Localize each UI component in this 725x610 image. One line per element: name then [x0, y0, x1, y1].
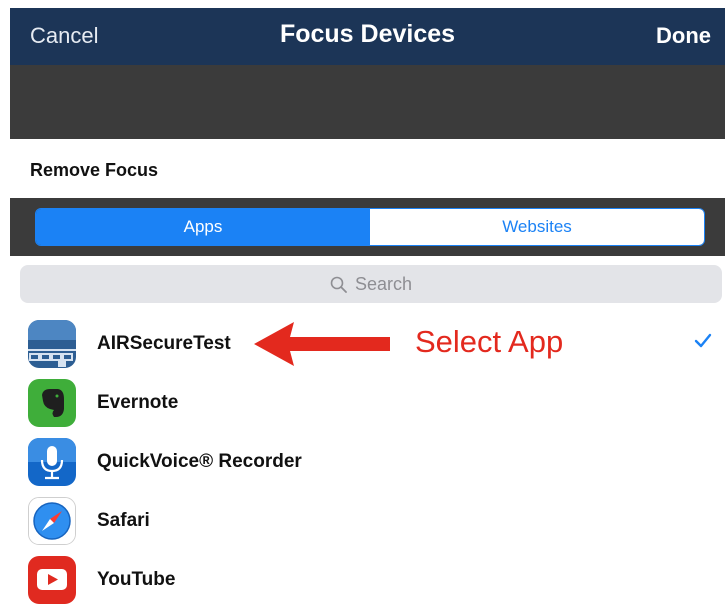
safari-app-icon: [28, 497, 76, 545]
quickvoice-app-icon: [28, 438, 76, 486]
airsecuretest-app-icon: [28, 320, 76, 368]
header-band: [10, 65, 725, 139]
apps-segment[interactable]: Apps: [36, 209, 370, 245]
app-row-safari[interactable]: Safari: [0, 492, 725, 551]
app-label-youtube: YouTube: [97, 569, 176, 590]
annotation-text: Select App: [415, 324, 564, 359]
left-arrow-icon: [254, 322, 390, 366]
search-placeholder: Search: [354, 273, 413, 294]
app-row-evernote[interactable]: Evernote: [0, 374, 725, 433]
app-label-quickvoice: QuickVoice® Recorder: [97, 451, 302, 472]
segment-band: Apps Websites: [10, 198, 725, 256]
apps-websites-segmented-control: Apps Websites: [35, 208, 705, 246]
search-field[interactable]: Search: [20, 265, 722, 303]
remove-focus-label: Remove Focus: [30, 160, 159, 180]
app-label-airsecuretest: AIRSecureTest: [97, 333, 231, 354]
search-icon: [330, 276, 347, 293]
done-button[interactable]: Done: [656, 23, 711, 49]
checkmark-icon: [694, 333, 712, 348]
page-title: Focus Devices: [279, 20, 456, 48]
evernote-app-icon: [28, 379, 76, 427]
app-label-safari: Safari: [97, 510, 150, 531]
app-label-evernote: Evernote: [97, 392, 179, 413]
youtube-app-icon: [28, 556, 76, 604]
websites-segment[interactable]: Websites: [370, 209, 704, 245]
app-row-quickvoice[interactable]: QuickVoice® Recorder: [0, 433, 725, 492]
app-row-youtube[interactable]: YouTube: [0, 551, 725, 610]
navigation-bar: Cancel Focus Devices Done: [10, 8, 725, 65]
select-app-annotation: Select App: [250, 316, 600, 372]
